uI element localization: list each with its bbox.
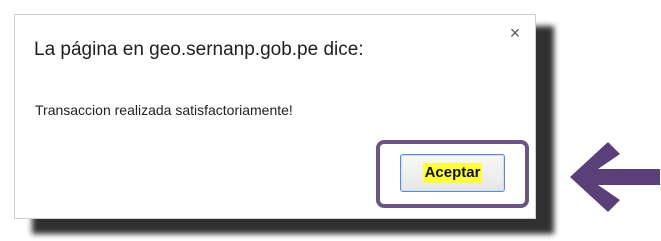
arrow-left-icon	[570, 142, 660, 212]
close-icon[interactable]: ×	[507, 24, 523, 42]
dialog-message: Transaccion realizada satisfactoriamente…	[35, 102, 293, 118]
dialog-title: La página en geo.sernanp.gob.pe dice:	[34, 39, 364, 60]
screenshot-stage: La página en geo.sernanp.gob.pe dice: × …	[0, 0, 661, 241]
accept-button[interactable]: Aceptar	[400, 154, 505, 192]
accept-button-label: Aceptar	[422, 163, 483, 183]
